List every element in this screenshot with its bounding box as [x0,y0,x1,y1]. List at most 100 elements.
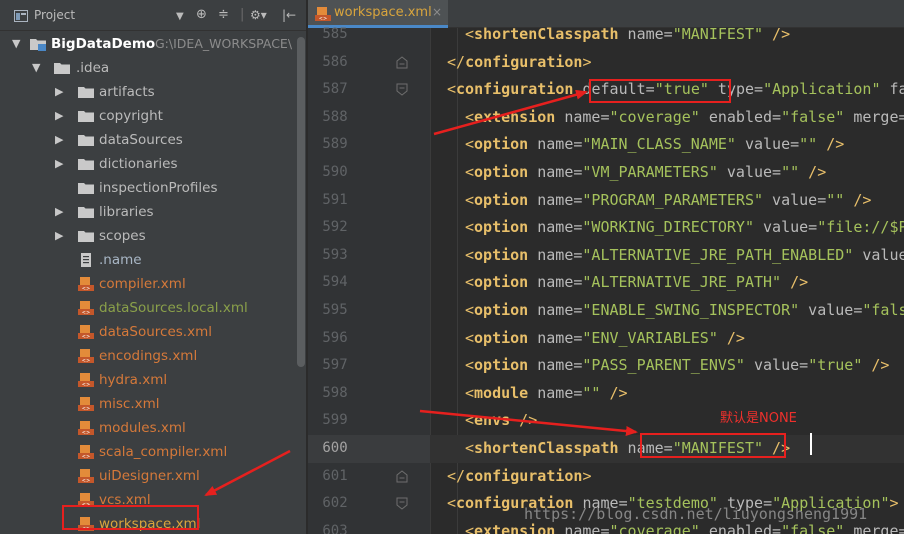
token-attr: value= [754,218,818,237]
code-line-585[interactable]: 585 <shortenClasspath name="MANIFEST" /> [308,21,904,49]
token-attr: value= [735,135,800,154]
tree-item-dictionaries[interactable]: ▶ dictionaries [0,152,296,176]
code-line-588[interactable]: 588 <extension name="coverage" enabled="f… [308,104,904,132]
xml-file-icon: <> [78,325,94,339]
code-line-601[interactable]: 601 </configuration> [308,463,904,491]
tree-item-label: dataSources.xml [99,324,212,340]
code-text: <option name="MAIN_CLASS_NAME" value="" … [465,131,844,159]
expanded-arrow-icon[interactable]: ▼ [12,32,20,56]
fold-end-icon[interactable] [396,469,408,483]
view-mode-dropdown-icon[interactable]: ▼ [176,8,184,26]
token-tag: option [474,301,529,319]
code-line-597[interactable]: 597 <option name="PASS_PARENT_ENVS" value… [308,352,904,380]
token-br: < [465,521,475,534]
expanded-arrow-icon[interactable]: ▼ [32,56,40,80]
tree-item-bigdatademo[interactable]: ▼ BigDataDemo G:\IDEA_WORKSPACE\ [0,32,296,56]
tree-item-label: scala_compiler.xml [99,444,228,460]
code-text: <extension name="coverage" enabled="fals… [465,104,904,132]
tree-item-libraries[interactable]: ▶ libraries [0,200,296,224]
token-br: < [465,135,475,154]
collapsed-arrow-icon[interactable]: ▶ [55,128,63,152]
project-view-icon[interactable] [14,10,28,22]
collapsed-arrow-icon[interactable]: ▶ [55,104,63,128]
tree-item-scopes[interactable]: ▶ scopes [0,224,296,248]
code-line-598[interactable]: 598 <module name="" /> [308,380,904,408]
token-val: "ENV_VARIABLES" [582,328,718,347]
line-number: 586 [322,53,348,70]
token-br: < [465,439,475,457]
token-br: < [465,273,475,292]
token-val: "MAIN_CLASS_NAME" [582,135,736,154]
tree-item-idea[interactable]: ▼ .idea [0,56,296,80]
tree-item-compiler-xml[interactable]: <> compiler.xml [0,272,296,296]
scrollbar-thumb[interactable] [297,37,305,367]
tree-item-label: dataSources.local.xml [99,300,248,316]
code-line-596[interactable]: 596 <option name="ENV_VARIABLES" /> [308,325,904,353]
token-attr: value= [744,356,809,375]
tab-close-icon[interactable]: × [432,5,442,19]
folder-icon [54,63,70,74]
token-br: < [465,356,475,375]
line-number: 593 [322,246,348,263]
line-number: 596 [322,329,348,346]
tree-item-encodings-xml[interactable]: <> encodings.xml [0,344,296,368]
tree-item-datasources-local-xml[interactable]: <> dataSources.local.xml [0,296,296,320]
line-number: 595 [322,302,348,318]
project-tree-scrollbar[interactable] [296,31,306,534]
code-line-595[interactable]: 595 <option name="ENABLE_SWING_INSPECTOR"… [308,297,904,325]
token-br: </ [447,466,466,485]
tree-item-misc-xml[interactable]: <> misc.xml [0,392,296,416]
tree-item-hydra-xml[interactable]: <> hydra.xml [0,368,296,392]
line-number: 603 [322,522,348,534]
collapsed-arrow-icon[interactable]: ▶ [55,80,63,104]
token-br: </ [447,52,466,71]
tree-item-label: scopes [99,228,146,244]
svg-text:<>: <> [82,358,90,363]
tree-item-scala-compiler-xml[interactable]: <> scala_compiler.xml [0,440,296,464]
code-line-589[interactable]: 589 <option name="MAIN_CLASS_NAME" value=… [308,131,904,159]
token-br: < [465,328,475,347]
code-line-600[interactable]: 600 <shortenClasspath name="MANIFEST" /> [308,435,904,463]
tree-item-modules-xml[interactable]: <> modules.xml [0,416,296,440]
code-line-592[interactable]: 592 <option name="WORKING_DIRECTORY" valu… [308,214,904,242]
line-number: 592 [322,219,348,236]
code-line-590[interactable]: 590 <option name="VM_PARAMETERS" value=""… [308,159,904,187]
collapse-all-icon[interactable]: ≑ [218,6,229,24]
token-br: /> [799,163,827,181]
project-panel-title[interactable]: Project [34,8,75,22]
token-br: < [465,218,475,237]
token-val: "false" [862,301,904,319]
tree-item-datasources-xml[interactable]: <> dataSources.xml [0,320,296,344]
collapsed-arrow-icon[interactable]: ▶ [55,200,63,224]
collapsed-arrow-icon[interactable]: ▶ [55,224,63,248]
token-br: /> [781,273,809,292]
token-br: /> [844,190,872,209]
code-line-591[interactable]: 591 <option name="PROGRAM_PARAMETERS" val… [308,187,904,215]
token-attr: name= [528,163,583,181]
tree-item-name[interactable]: .name [0,248,296,272]
settings-gear-icon[interactable]: ⚙▾ [250,6,267,24]
token-attr: name= [555,521,610,534]
code-line-586[interactable]: 586 </configuration> [308,49,904,77]
tree-item-artifacts[interactable]: ▶ artifacts [0,80,296,104]
token-attr: name= [528,383,583,402]
fold-expand-icon[interactable] [396,497,408,510]
code-line-599[interactable]: 599 <envs /> [308,407,904,435]
collapsed-arrow-icon[interactable]: ▶ [55,152,63,176]
token-val: "ALTERNATIVE_JRE_PATH_ENABLED" [582,245,854,264]
hide-panel-icon[interactable]: |← [282,6,296,24]
scroll-from-source-icon[interactable]: ⊕ [196,6,207,24]
project-tool-window: Project ▼ ⊕ ≑ | ⚙▾ |← ▼ BigDataDemo G:\IDE… [0,0,306,534]
token-val: "" [826,190,845,209]
tree-item-uidesigner-xml[interactable]: <> uiDesigner.xml [0,464,296,488]
tree-item-datasources[interactable]: ▶ dataSources [0,128,296,152]
tree-item-copyright[interactable]: ▶ copyright [0,104,296,128]
svg-text:<>: <> [82,406,90,411]
token-tag: option [474,218,529,237]
code-line-594[interactable]: 594 <option name="ALTERNATIVE_JRE_PATH" /… [308,269,904,297]
fold-end-icon[interactable] [396,55,408,69]
fold-expand-icon[interactable] [396,83,408,96]
code-line-593[interactable]: 593 <option name="ALTERNATIVE_JRE_PATH_EN… [308,242,904,270]
tree-item-inspectionprofiles[interactable]: inspectionProfiles [0,176,296,200]
token-attr: merge= [844,521,904,534]
